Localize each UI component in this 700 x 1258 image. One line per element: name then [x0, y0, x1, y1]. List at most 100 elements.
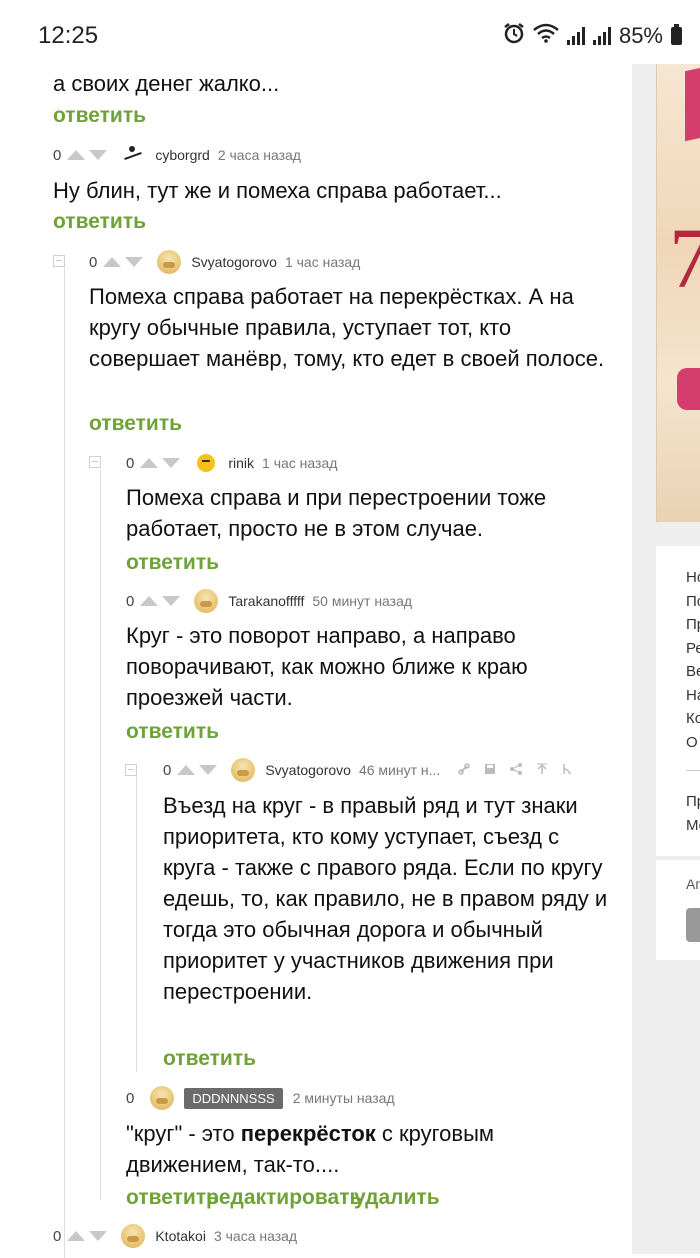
sidebar-item[interactable]: Пр [686, 613, 700, 637]
clock: 12:25 [38, 22, 99, 49]
sidebar-item[interactable]: Ре [686, 637, 700, 661]
username[interactable]: rinik [228, 455, 254, 471]
timestamp[interactable]: 1 час назад [285, 254, 360, 270]
comment-meta: 0 Svyatogorovo 46 минут н... [163, 758, 572, 782]
comment-meta: 0 Tarakanofffff 50 минут назад [126, 589, 412, 613]
downvote-icon[interactable] [199, 765, 218, 775]
upvote-icon[interactable] [67, 150, 86, 160]
reply-link[interactable]: ответить [53, 104, 146, 128]
downvote-icon[interactable] [162, 458, 181, 468]
sidebar-item[interactable]: Ко [686, 707, 700, 731]
downvote-icon[interactable] [162, 596, 181, 606]
go-to-parent-icon[interactable] [536, 762, 548, 778]
edit-link[interactable]: редактировать [206, 1186, 362, 1210]
avatar[interactable] [157, 250, 182, 274]
wifi-icon [533, 23, 559, 49]
reply-link[interactable]: ответить [53, 210, 146, 234]
ad-button[interactable] [677, 368, 700, 410]
avatar[interactable] [121, 143, 146, 167]
upvote-icon[interactable] [140, 596, 159, 606]
sidebar-item[interactable]: Но [686, 566, 700, 590]
collapse-toggle[interactable] [89, 456, 101, 468]
delete-link[interactable]: удалить [354, 1186, 440, 1210]
upvote-icon[interactable] [103, 257, 122, 267]
username[interactable]: Tarakanofffff [228, 593, 304, 609]
sidebar-item[interactable]: На [686, 684, 700, 708]
avatar[interactable] [121, 1224, 146, 1248]
score: 0 [126, 454, 135, 472]
comment-text-bold: перекрёсток [240, 1121, 376, 1146]
share-icon[interactable] [510, 762, 523, 778]
avatar[interactable] [194, 589, 219, 613]
sidebar-item[interactable]: По [686, 590, 700, 614]
comment-meta: 0 cyborgrd 2 часа назад [53, 143, 301, 167]
timestamp[interactable]: 2 минуты назад [293, 1090, 395, 1106]
comment-text: Въезд на круг - в правый ряд и тут знаки… [163, 793, 608, 1004]
comment-text: Ну блин, тут же и помеха справа работает… [53, 178, 502, 203]
sidebar-divider [686, 770, 700, 771]
upvote-icon[interactable] [140, 458, 159, 468]
branch-icon[interactable] [562, 762, 572, 778]
sidebar-app-label: Ап [686, 876, 700, 892]
thread-line [64, 268, 65, 1258]
sidebar-app-button[interactable] [686, 908, 700, 942]
sidebar-item[interactable]: Ве [686, 660, 700, 684]
reply-link[interactable]: ответить [126, 720, 219, 744]
reply-link[interactable]: ответить [163, 1047, 256, 1071]
username[interactable]: Ktotakoi [155, 1228, 206, 1244]
username[interactable]: Svyatogorovo [191, 254, 277, 270]
avatar[interactable] [194, 451, 219, 475]
battery-percent: 85% [618, 23, 663, 48]
timestamp[interactable]: 50 минут назад [312, 593, 412, 609]
downvote-icon[interactable] [89, 1231, 108, 1241]
thread-line [136, 776, 137, 1072]
score: 0 [163, 761, 172, 779]
username-badge[interactable]: DDDNNNSSS [184, 1087, 283, 1109]
comment-meta: 0 Ktotakoi 3 часа назад [53, 1224, 297, 1248]
sidebar-menu: Но По Пр Ре Ве На Ко О [686, 566, 700, 754]
timestamp[interactable]: 1 час назад [262, 455, 337, 471]
ad-digit: 7 [669, 208, 700, 308]
comment-meta: 0 Svyatogorovo 1 час назад [89, 250, 360, 274]
reply-link[interactable]: ответить [126, 551, 219, 575]
downvote-icon[interactable] [89, 150, 108, 160]
upvote-icon[interactable] [177, 765, 196, 775]
collapse-toggle[interactable] [125, 764, 137, 776]
timestamp[interactable]: 3 часа назад [214, 1228, 297, 1244]
signal-icon [566, 27, 585, 45]
comment-meta: 0 rinik 1 час назад [126, 451, 337, 475]
avatar[interactable] [150, 1086, 175, 1110]
comment-text: Круг - это поворот направо, а направо по… [126, 623, 528, 710]
link-icon[interactable] [458, 762, 471, 778]
comment-meta: 0 DDDNNNSSS 2 минуты назад [126, 1086, 395, 1110]
sidebar-item[interactable]: О [686, 731, 700, 755]
score: 0 [126, 592, 135, 610]
score: 0 [53, 1227, 62, 1245]
downvote-icon[interactable] [125, 257, 144, 267]
collapse-toggle[interactable] [53, 255, 65, 267]
username[interactable]: Svyatogorovo [265, 762, 351, 778]
sidebar-item[interactable]: Пр [686, 790, 700, 814]
battery-icon [671, 24, 682, 45]
comment-text-part: "круг" - это [126, 1121, 241, 1146]
avatar[interactable] [231, 758, 256, 782]
comment-text: Помеха справа и при перестроении тоже ра… [126, 485, 547, 541]
username[interactable]: cyborgrd [155, 147, 209, 163]
sidebar-menu-2: Пр Мо [686, 790, 700, 838]
comment-text: Помеха справа работает на перекрёстках. … [89, 284, 605, 371]
timestamp[interactable]: 2 часа назад [218, 147, 301, 163]
timestamp[interactable]: 46 минут н... [359, 762, 440, 778]
save-icon[interactable] [484, 762, 496, 778]
reply-link[interactable]: ответить [89, 412, 182, 436]
upvote-icon[interactable] [67, 1231, 86, 1241]
score: 0 [53, 146, 62, 164]
score: 0 [126, 1089, 135, 1107]
sidebar-item[interactable]: Мо [686, 814, 700, 838]
score: 0 [89, 253, 98, 271]
signal-icon [592, 27, 611, 45]
comment-tools [458, 762, 572, 778]
status-bar: 12:25 85% [0, 0, 700, 64]
thread-line [100, 470, 101, 1200]
alarm-icon [503, 22, 525, 50]
advertisement[interactable]: 7 [656, 58, 700, 522]
